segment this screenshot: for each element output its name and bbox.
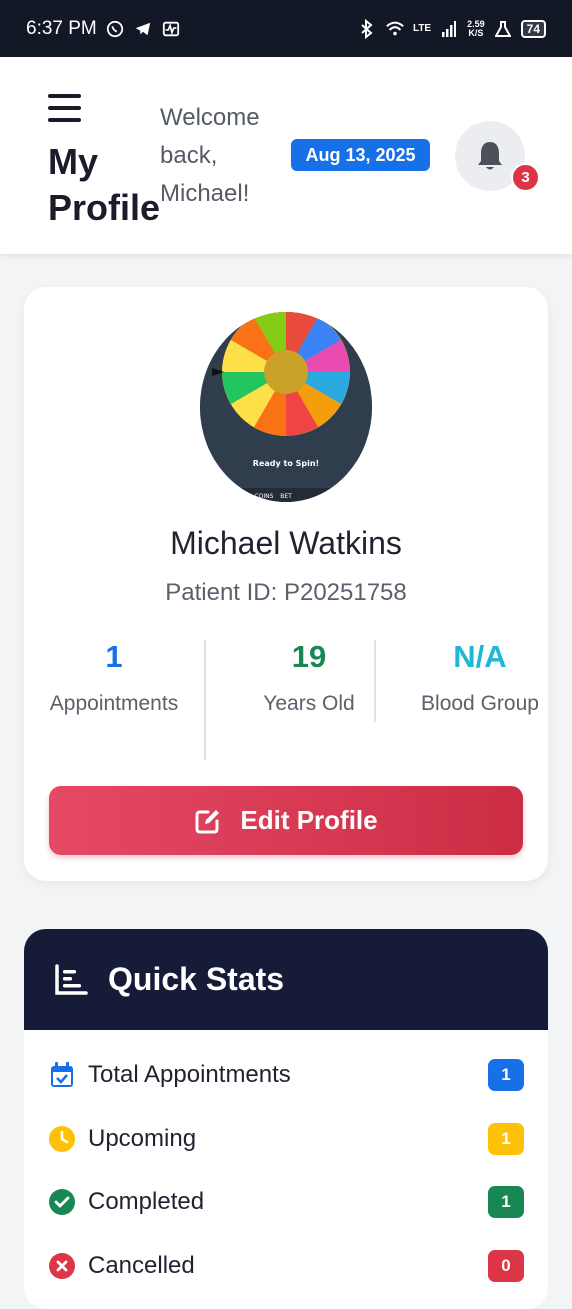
- stat-row-label: Total Appointments: [88, 1061, 291, 1088]
- clock-icon: [48, 1125, 76, 1153]
- battery-indicator: 74: [520, 19, 546, 38]
- stat-label: Years Old: [263, 692, 355, 715]
- avatar-caption: Ready to Spin!: [253, 459, 319, 468]
- edit-icon: [195, 809, 220, 833]
- activity-icon: [161, 19, 181, 39]
- stat-value: 1: [105, 639, 123, 674]
- chart-icon: [55, 963, 88, 995]
- menu-icon[interactable]: [48, 94, 81, 122]
- quick-stats-title: Quick Stats: [108, 961, 285, 997]
- stat-row-count: 1: [488, 1186, 524, 1218]
- avatar-label-in: IN: [239, 493, 245, 500]
- notification-badge: 3: [511, 163, 540, 192]
- stat-value: 19: [291, 639, 327, 674]
- stat-row-label: Upcoming: [88, 1125, 197, 1152]
- stat-divider: [204, 640, 206, 760]
- status-time: 6:37 PM: [26, 17, 97, 39]
- app-header: My Profile Welcome back, Michael! Aug 13…: [0, 57, 572, 254]
- bluetooth-icon: [357, 18, 377, 39]
- speed-unit: K/S: [468, 27, 484, 38]
- stat-appointments: 1 Appointments: [48, 637, 180, 723]
- date-badge: Aug 13, 2025: [291, 139, 430, 171]
- avatar[interactable]: Ready to Spin! IN COINS BET: [200, 312, 372, 502]
- avatar-label-bet: BET: [280, 493, 292, 500]
- stat-row-total[interactable]: Total Appointments 1: [48, 1055, 524, 1095]
- patient-id: Patient ID: P20251758: [165, 579, 407, 606]
- x-circle-icon: [48, 1252, 76, 1280]
- edit-profile-button[interactable]: Edit Profile: [49, 786, 523, 855]
- stat-row-completed[interactable]: Completed 1: [48, 1182, 524, 1222]
- stat-row-count: 0: [488, 1250, 524, 1282]
- telegram-icon: [133, 19, 153, 39]
- wifi-icon: [385, 19, 405, 39]
- stat-row-count: 1: [488, 1059, 524, 1091]
- calendar-check-icon: [48, 1061, 76, 1089]
- stat-blood-group: N/A Blood Group: [414, 637, 546, 723]
- profile-stats: 1 Appointments 19 Years Old N/A Blood Gr…: [48, 637, 539, 763]
- network-speed: 2.59 K/S: [467, 19, 485, 38]
- avatar-image: Ready to Spin! IN COINS BET: [200, 312, 372, 502]
- flask-icon: [493, 19, 513, 39]
- network-type: LTE: [412, 23, 432, 34]
- status-bar: 6:37 PM LTE 2.59 K/S 74: [0, 0, 572, 57]
- signal-icon: [439, 19, 459, 39]
- quick-stats-card: Quick Stats Total Appointments 1 Upcomin…: [24, 929, 548, 1309]
- stat-row-upcoming[interactable]: Upcoming 1: [48, 1119, 524, 1159]
- stat-age: 19 Years Old: [243, 637, 375, 723]
- stat-divider: [374, 640, 376, 722]
- profile-card: Ready to Spin! IN COINS BET Michael Watk…: [24, 287, 548, 881]
- bell-icon: [478, 142, 502, 170]
- stat-row-label: Completed: [88, 1188, 205, 1215]
- welcome-message: Welcome back, Michael!: [160, 104, 260, 207]
- stat-value: N/A: [453, 639, 507, 674]
- stat-row-label: Cancelled: [88, 1252, 195, 1279]
- edit-profile-label: Edit Profile: [240, 805, 378, 835]
- stat-label: Appointments: [49, 692, 179, 715]
- stat-label: Blood Group: [421, 692, 539, 715]
- whatsapp-icon: [105, 19, 125, 39]
- stat-row-cancelled[interactable]: Cancelled 0: [48, 1246, 524, 1286]
- avatar-label-coins: COINS: [255, 493, 274, 500]
- page-title: My Profile: [48, 141, 161, 228]
- quick-stats-header: Quick Stats: [24, 929, 548, 1030]
- check-circle-icon: [48, 1188, 76, 1216]
- stat-row-count: 1: [488, 1123, 524, 1155]
- patient-name: Michael Watkins: [170, 525, 402, 561]
